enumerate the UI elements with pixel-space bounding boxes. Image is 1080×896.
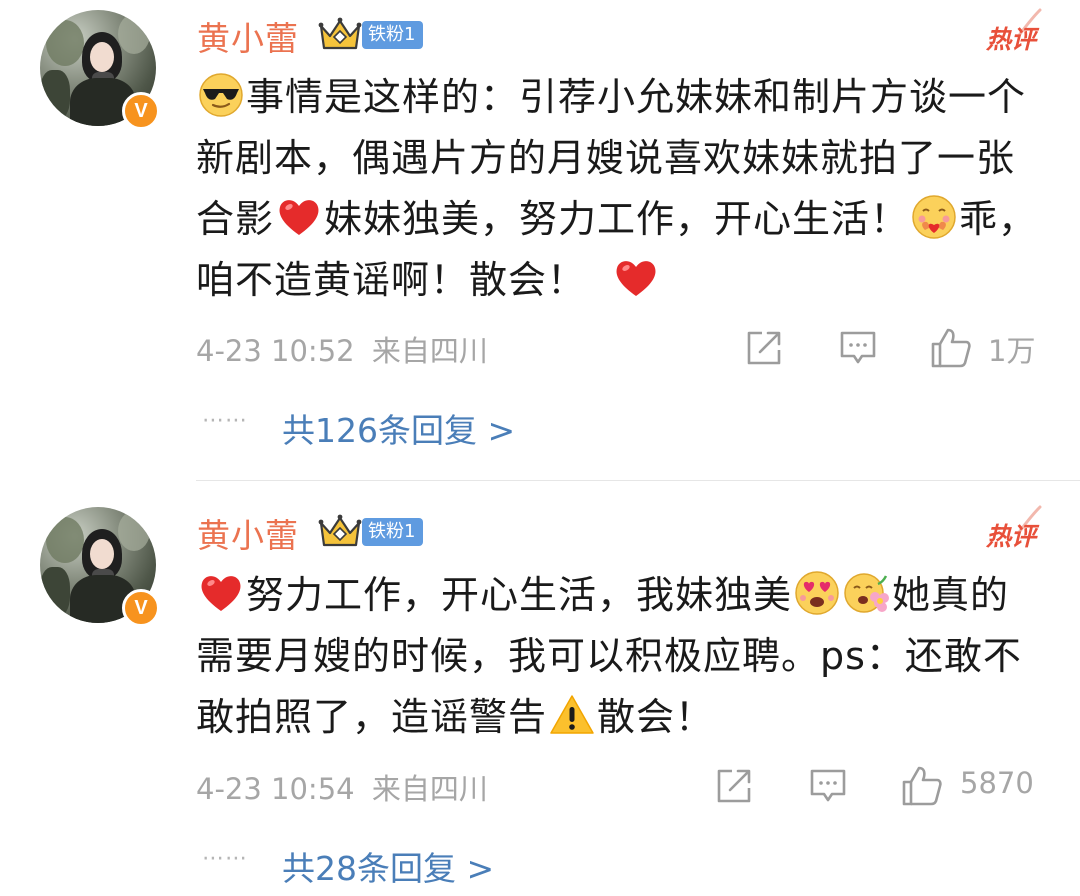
comment-icon[interactable] (808, 766, 848, 806)
comment-item: V 黄小蕾 铁粉1 热评 努力工作，开心生活，我妹独美 她真的需要月嫂的时候，我… (0, 0, 1080, 896)
red-heart-icon (201, 576, 241, 611)
reply-indent-dots: ⋯⋯ (202, 846, 248, 871)
heart-eyes-emoji-icon (795, 571, 839, 615)
view-replies-link[interactable]: 共28条回复 > (282, 842, 494, 890)
hot-comment-tag: 热评 (985, 522, 1036, 551)
verified-badge-icon: V (122, 589, 160, 627)
comment-text-segment: 努力工作，开心生活，我妹独美 (246, 573, 793, 617)
comment-meta: 4-23 10:54 来自四川 (196, 766, 488, 808)
flower-face-emoji-icon (844, 573, 890, 613)
comment-text: 努力工作，开心生活，我妹独美 她真的需要月嫂的时候，我可以积极应聘。ps：还敢不… (196, 565, 1046, 748)
fan-level-badge[interactable]: 铁粉1 (362, 518, 424, 546)
share-icon[interactable] (714, 766, 754, 806)
like-count: 5870 (960, 766, 1034, 800)
thumbs-up-icon[interactable] (900, 764, 944, 808)
comment-text-segment: 散会！ (597, 695, 715, 739)
crown-icon (318, 514, 362, 547)
warning-icon (550, 695, 594, 734)
username[interactable]: 黄小蕾 (197, 509, 299, 557)
location: 来自四川 (371, 772, 488, 806)
timestamp: 4-23 10:54 (196, 772, 355, 806)
